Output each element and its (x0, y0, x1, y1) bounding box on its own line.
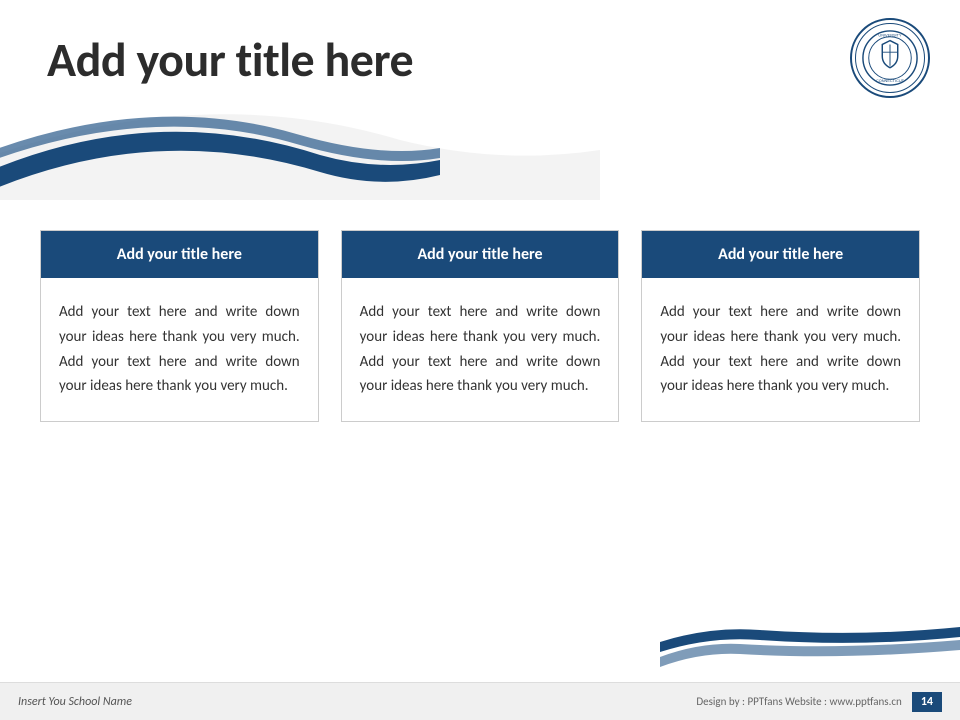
card-3-body: Add your text here and write down your i… (642, 278, 919, 421)
card-3-header: Add your title here (642, 231, 919, 278)
bottom-decoration (660, 622, 960, 682)
slide: Add your title here CONNECTICUT UNIVERSI… (0, 0, 960, 720)
card-2-header: Add your title here (342, 231, 619, 278)
footer-right: Design by : PPTfans Website : www.pptfan… (696, 692, 942, 712)
page-number: 14 (912, 692, 942, 712)
card-1-body: Add your text here and write down your i… (41, 278, 318, 421)
logo-text: CONNECTICUT UNIVERSITY (855, 23, 925, 93)
card-1-header: Add your title here (41, 231, 318, 278)
bottom-bar: Insert You School Name Design by : PPTfa… (0, 682, 960, 720)
main-title: Add your title here (47, 30, 413, 89)
school-name-label: Insert You School Name (18, 695, 132, 709)
university-logo: CONNECTICUT UNIVERSITY (850, 18, 930, 98)
svg-text:CONNECTICUT: CONNECTICUT (876, 79, 905, 83)
svg-text:UNIVERSITY: UNIVERSITY (878, 34, 902, 38)
card-3: Add your title here Add your text here a… (641, 230, 920, 422)
card-2-body: Add your text here and write down your i… (342, 278, 619, 421)
card-1: Add your title here Add your text here a… (40, 230, 319, 422)
cards-container: Add your title here Add your text here a… (40, 230, 920, 422)
credit-text: Design by : PPTfans Website : www.pptfan… (696, 695, 902, 708)
card-2: Add your title here Add your text here a… (341, 230, 620, 422)
